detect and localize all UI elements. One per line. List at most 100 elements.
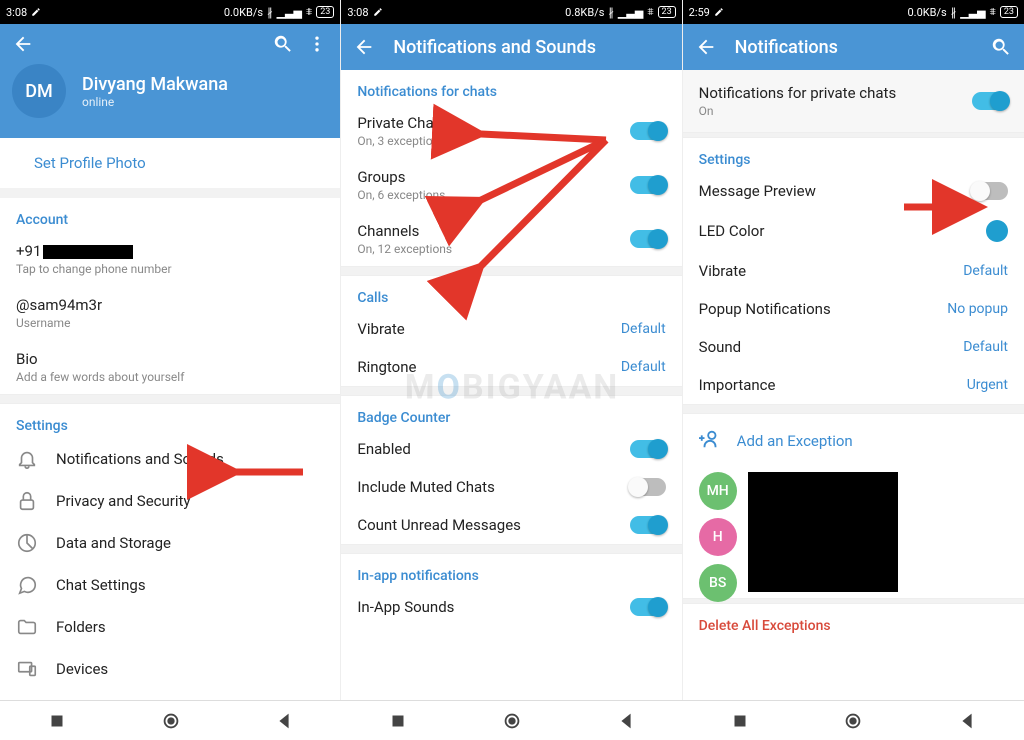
- row-username[interactable]: @sam94m3r Username: [0, 286, 340, 340]
- recents-button[interactable]: [387, 710, 409, 732]
- row-message-preview[interactable]: Message Preview: [683, 172, 1024, 210]
- row-folders[interactable]: Folders: [0, 606, 340, 648]
- net-speed: 0.8KB/s: [565, 6, 604, 19]
- clock: 2:59: [689, 6, 710, 19]
- wifi-icon: ⩨: [306, 5, 312, 19]
- section-inapp: In-app notifications: [341, 554, 681, 588]
- section-calls: Calls: [341, 276, 681, 310]
- back-button[interactable]: [353, 36, 375, 58]
- toggle-muted[interactable]: [630, 478, 666, 496]
- lock-icon: [16, 490, 38, 512]
- back-button[interactable]: [12, 33, 34, 55]
- folder-icon: [16, 616, 38, 638]
- toggle-channels[interactable]: [630, 230, 666, 248]
- net-speed: 0.0KB/s: [224, 6, 263, 19]
- screen-notifications-detail: 2:59 0.0KB/s ∦ ▁▃▅ ⩨ 23 Notifications No…: [683, 0, 1024, 700]
- profile-status: online: [82, 95, 228, 109]
- section-chats: Notifications for chats: [341, 70, 681, 104]
- screen-profile-settings: 3:08 0.0KB/s ∦ ▁▃▅ ⩨ 23 DM: [0, 0, 341, 700]
- row-notifications[interactable]: Notifications and Sounds: [0, 438, 340, 480]
- toggle-inapp-sounds[interactable]: [630, 598, 666, 616]
- net-speed: 0.0KB/s: [908, 6, 947, 19]
- row-inapp-sounds[interactable]: In-App Sounds: [341, 588, 681, 626]
- toggle-msg-preview[interactable]: [972, 182, 1008, 200]
- row-vibrate[interactable]: Vibrate Default: [683, 252, 1024, 290]
- bluetooth-icon: ∦: [267, 6, 273, 19]
- row-led-color[interactable]: LED Color: [683, 210, 1024, 252]
- add-person-icon: [699, 428, 721, 454]
- profile-header: DM Divyang Makwana online: [0, 64, 340, 138]
- delete-exceptions[interactable]: Delete All Exceptions: [683, 604, 1024, 638]
- pencil-icon: [714, 7, 724, 17]
- clock: 3:08: [6, 6, 27, 19]
- row-sound[interactable]: Sound Default: [683, 328, 1024, 366]
- row-private-chats[interactable]: Private Chats On, 3 exceptions: [341, 104, 681, 158]
- avatar: H: [699, 518, 737, 556]
- back-nav-button[interactable]: [956, 710, 978, 732]
- back-nav-button[interactable]: [615, 710, 637, 732]
- chat-icon: [16, 574, 38, 596]
- android-nav-bar: [0, 700, 1024, 740]
- status-bar: 2:59 0.0KB/s ∦ ▁▃▅ ⩨ 23: [683, 0, 1024, 24]
- row-popup[interactable]: Popup Notifications No popup: [683, 290, 1024, 328]
- status-bar: 3:08 0.0KB/s ∦ ▁▃▅ ⩨ 23: [0, 0, 340, 24]
- app-bar: Notifications and Sounds: [341, 24, 681, 70]
- back-button[interactable]: [695, 36, 717, 58]
- row-chat-settings[interactable]: Chat Settings: [0, 564, 340, 606]
- row-channels[interactable]: Channels On, 12 exceptions: [341, 212, 681, 266]
- row-devices[interactable]: Devices: [0, 648, 340, 690]
- toggle-private[interactable]: [630, 122, 666, 140]
- avatar: MH: [699, 472, 737, 510]
- led-color-dot: [986, 220, 1008, 242]
- bell-icon: [16, 448, 38, 470]
- toggle-enabled[interactable]: [630, 440, 666, 458]
- signal-icon: ▁▃▅: [960, 6, 985, 19]
- row-importance[interactable]: Importance Urgent: [683, 366, 1024, 404]
- row-phone[interactable]: +91 Tap to change phone number: [0, 232, 340, 286]
- row-data-storage[interactable]: Data and Storage: [0, 522, 340, 564]
- recents-button[interactable]: [46, 710, 68, 732]
- pie-icon: [16, 532, 38, 554]
- row-vibrate[interactable]: Vibrate Default: [341, 310, 681, 348]
- row-include-muted[interactable]: Include Muted Chats: [341, 468, 681, 506]
- row-groups[interactable]: Groups On, 6 exceptions: [341, 158, 681, 212]
- section-account: Account: [0, 198, 340, 232]
- more-button[interactable]: [306, 33, 328, 55]
- section-settings: Settings: [0, 404, 340, 438]
- wifi-icon: ⩨: [990, 5, 996, 19]
- row-bio[interactable]: Bio Add a few words about yourself: [0, 340, 340, 394]
- section-badge: Badge Counter: [341, 396, 681, 430]
- toggle-unread[interactable]: [630, 516, 666, 534]
- signal-icon: ▁▃▅: [277, 6, 302, 19]
- bluetooth-icon: ∦: [608, 6, 614, 19]
- row-ringtone[interactable]: Ringtone Default: [341, 348, 681, 386]
- app-bar: [0, 24, 340, 64]
- search-button[interactable]: [990, 36, 1012, 58]
- add-exception[interactable]: Add an Exception: [683, 414, 1024, 468]
- toggle-notif-private[interactable]: [972, 92, 1008, 110]
- avatar: BS: [699, 564, 737, 602]
- row-enabled[interactable]: Enabled: [341, 430, 681, 468]
- home-button[interactable]: [842, 710, 864, 732]
- set-profile-photo[interactable]: Set Profile Photo: [0, 138, 340, 198]
- search-button[interactable]: [272, 33, 294, 55]
- row-notifications-private[interactable]: Notifications for private chats On: [683, 70, 1024, 132]
- signal-icon: ▁▃▅: [618, 6, 643, 19]
- avatar[interactable]: DM: [12, 64, 66, 118]
- screen-notifications-sounds: 3:08 0.8KB/s ∦ ▁▃▅ ⩨ 23 Notifications an…: [341, 0, 682, 700]
- back-nav-button[interactable]: [273, 710, 295, 732]
- home-button[interactable]: [501, 710, 523, 732]
- home-button[interactable]: [160, 710, 182, 732]
- row-count-unread[interactable]: Count Unread Messages: [341, 506, 681, 544]
- battery-icon: 23: [1000, 6, 1018, 18]
- recents-button[interactable]: [729, 710, 751, 732]
- battery-icon: 23: [316, 6, 334, 18]
- wifi-icon: ⩨: [647, 5, 653, 19]
- app-bar: Notifications: [683, 24, 1024, 70]
- bluetooth-icon: ∦: [951, 6, 957, 19]
- toggle-groups[interactable]: [630, 176, 666, 194]
- row-privacy[interactable]: Privacy and Security: [0, 480, 340, 522]
- battery-icon: 23: [658, 6, 676, 18]
- page-title: Notifications and Sounds: [393, 37, 669, 58]
- devices-icon: [16, 658, 38, 680]
